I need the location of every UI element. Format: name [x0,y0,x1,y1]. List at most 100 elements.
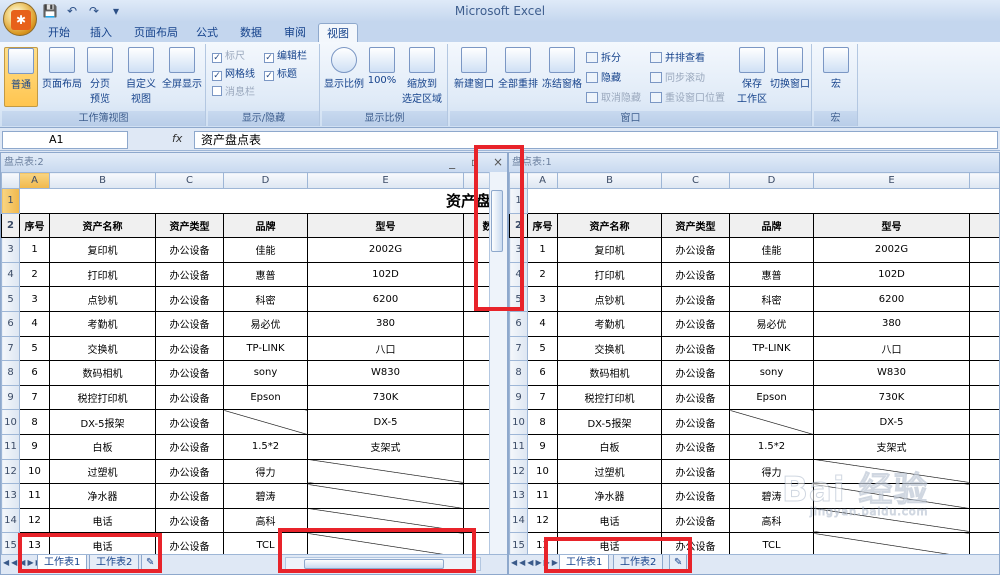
row-header[interactable]: 12 [1,458,20,485]
column-header-f[interactable]: F [969,172,999,189]
data-cell[interactable]: 支架式 [307,433,464,460]
data-cell[interactable]: 10 [19,458,50,485]
data-cell[interactable]: 佳能 [223,237,308,263]
data-cell[interactable]: 过塑机 [557,458,662,485]
data-cell[interactable]: 12 [19,507,50,534]
data-cell[interactable]: 税控打印机 [49,384,156,411]
data-cell[interactable]: 11 [527,483,558,509]
office-button[interactable]: ✱ [3,2,37,36]
data-cell[interactable]: 1 [969,310,999,337]
row-header[interactable]: 8 [1,360,20,386]
data-cell[interactable]: 3 [19,286,50,312]
data-cell[interactable]: 6200 [813,286,970,312]
data-cell[interactable]: 10 [527,458,558,485]
data-cell[interactable]: 打印机 [49,261,156,288]
data-cell[interactable]: 1.5*2 [223,433,308,460]
header-cell[interactable]: 序号 [527,212,558,239]
row-header[interactable]: 9 [1,384,20,411]
data-cell[interactable]: 8 [527,409,558,435]
data-cell[interactable]: 办公设备 [661,409,730,435]
unhide-button[interactable]: 取消隐藏 [586,90,641,107]
tab-view[interactable]: 视图 [318,23,358,42]
gridlines-checkbox[interactable]: ✓ 网格线 [212,66,255,83]
column-header-b[interactable]: B [49,172,156,189]
data-cell[interactable]: 考勤机 [49,310,156,337]
data-cell[interactable]: 办公设备 [661,458,730,485]
data-cell[interactable]: 易必优 [223,310,308,337]
column-header-c[interactable]: C [661,172,730,189]
data-cell[interactable]: 102D [813,261,970,288]
full-screen-button[interactable]: 全屏显示 [160,47,204,107]
column-header-a[interactable]: A [527,172,558,189]
row-header[interactable]: 11 [1,433,20,460]
data-cell[interactable]: 交换机 [557,335,662,362]
data-cell[interactable]: 4 [19,310,50,337]
data-cell[interactable]: 3 [527,286,558,312]
data-cell[interactable]: 1 [969,458,999,485]
custom-views-button[interactable]: 自定义 视图 [122,47,160,107]
new-window-button[interactable]: 新建窗口 [452,47,496,107]
data-cell[interactable]: 办公设备 [661,360,730,386]
headings-checkbox[interactable]: ✓ 标题 [264,66,297,83]
row-header[interactable]: 10 [509,409,528,435]
data-cell[interactable]: 复印机 [557,237,662,263]
data-cell[interactable]: 2 [19,261,50,288]
data-cell[interactable]: 1.5*2 [729,433,814,460]
message-bar-checkbox[interactable]: 消息栏 [212,84,255,101]
sheet-title-cell[interactable]: 资产盘点表 [19,188,507,214]
data-cell[interactable]: 办公设备 [155,433,224,460]
data-cell[interactable]: 交换机 [49,335,156,362]
data-cell[interactable] [729,409,814,435]
data-cell[interactable]: sony [223,360,308,386]
data-cell[interactable]: W830 [813,360,970,386]
data-cell[interactable]: 复印机 [49,237,156,263]
data-cell[interactable]: 办公设备 [155,384,224,411]
data-cell[interactable]: 科密 [729,286,814,312]
zoom-button[interactable]: 显示比例 [322,47,366,107]
data-cell[interactable]: 9 [19,433,50,460]
data-cell[interactable]: 2002G [307,237,464,263]
data-cell[interactable]: 数码相机 [49,360,156,386]
data-cell[interactable]: 办公设备 [155,507,224,534]
zoom-100-button[interactable]: 100% [364,47,400,107]
row-header[interactable]: 6 [509,310,528,337]
header-cell[interactable]: 型号 [307,212,464,239]
data-cell[interactable]: 1 [969,335,999,362]
data-cell[interactable]: 点钞机 [49,286,156,312]
data-cell[interactable]: 佳能 [729,237,814,263]
data-cell[interactable]: 惠普 [729,261,814,288]
data-cell[interactable]: 办公设备 [661,507,730,534]
data-cell[interactable]: 考勤机 [557,310,662,337]
column-header-e[interactable]: E [813,172,970,189]
row-header[interactable]: 1 [1,188,20,214]
data-cell[interactable]: 办公设备 [661,384,730,411]
arrange-all-button[interactable]: 全部重排 [496,47,540,107]
hide-button[interactable]: 隐藏 [586,70,621,87]
row-header[interactable]: 10 [1,409,20,435]
data-cell[interactable]: DX-5报架 [49,409,156,435]
data-cell[interactable]: 6 [19,360,50,386]
data-cell[interactable]: Epson [729,384,814,411]
header-cell[interactable]: 资产类型 [155,212,224,239]
page-layout-view-button[interactable]: 页面布局 [40,47,84,107]
data-cell[interactable]: 8 [19,409,50,435]
data-cell[interactable]: 净水器 [49,483,156,509]
page-break-preview-button[interactable]: 分页 预览 [82,47,118,107]
data-cell[interactable]: 办公设备 [661,310,730,337]
header-cell[interactable]: 数量 [969,212,999,239]
data-cell[interactable]: 办公设备 [155,237,224,263]
data-cell[interactable]: 电话 [49,507,156,534]
data-cell[interactable]: 730K [813,384,970,411]
row-header[interactable]: 5 [1,286,20,312]
tab-data[interactable]: 数据 [232,23,270,42]
data-cell[interactable]: 八口 [813,335,970,362]
data-cell[interactable]: 打印机 [557,261,662,288]
data-cell[interactable]: W830 [307,360,464,386]
data-cell[interactable]: 办公设备 [155,310,224,337]
header-cell[interactable]: 资产类型 [661,212,730,239]
data-cell[interactable]: TP-LINK [223,335,308,362]
data-cell[interactable]: 过塑机 [49,458,156,485]
row-header[interactable]: 14 [509,507,528,534]
data-cell[interactable]: 102D [307,261,464,288]
macros-button[interactable]: 宏 [814,47,858,107]
